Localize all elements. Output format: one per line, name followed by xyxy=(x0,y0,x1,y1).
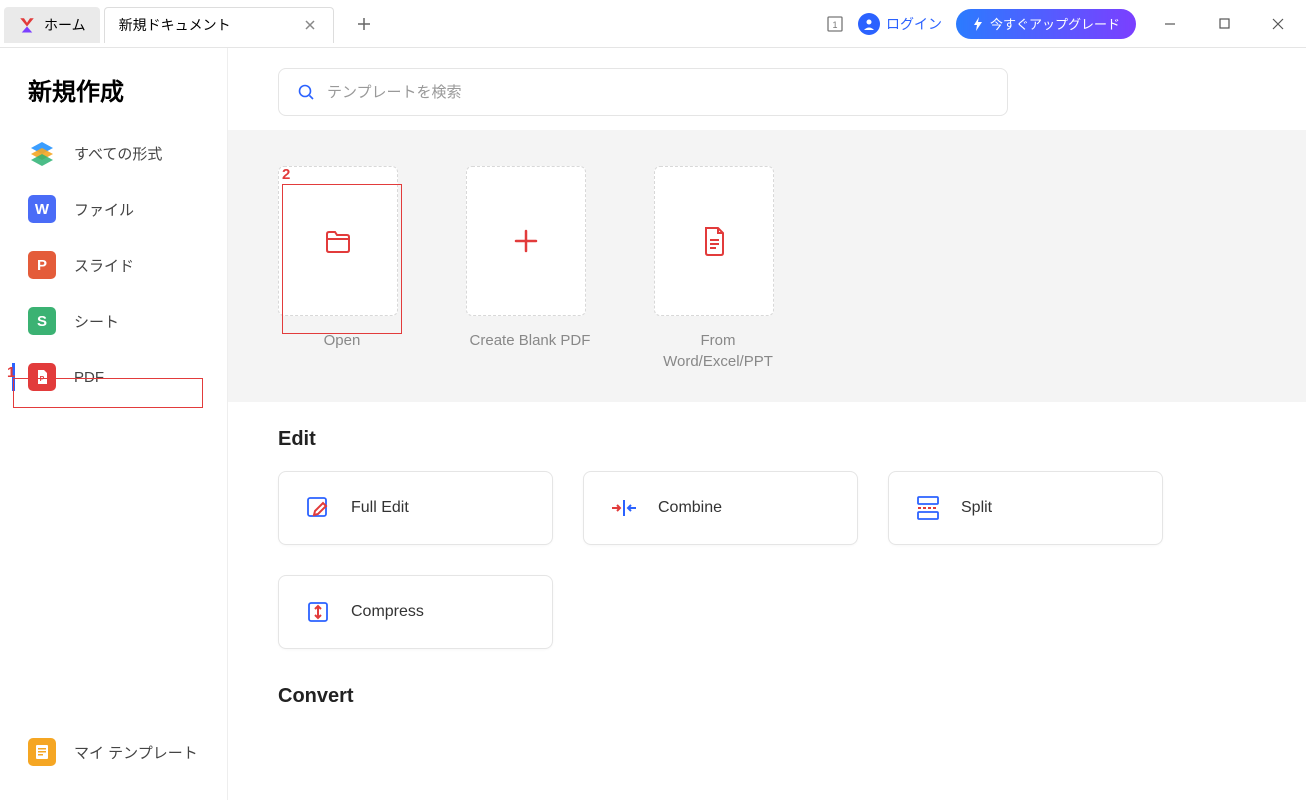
sidebar-item-label: すべての形式 xyxy=(74,143,162,164)
tab-home-label: ホーム xyxy=(44,15,86,35)
sidebar-item-label: シート xyxy=(74,311,119,332)
sidebar-item-label: スライド xyxy=(74,255,134,276)
sidebar-item-sheet[interactable]: S シート xyxy=(0,293,227,349)
tool-label: Split xyxy=(961,499,992,517)
new-tab-button[interactable] xyxy=(348,8,380,40)
combine-icon xyxy=(610,495,638,521)
svg-text:1: 1 xyxy=(832,20,837,30)
titlebar: ホーム 新規ドキュメント 1 ログイン 今すぐアップグレード xyxy=(0,0,1306,48)
search-icon xyxy=(297,83,315,101)
sidebar-item-label: ファイル xyxy=(74,199,134,220)
upgrade-label: 今すぐアップグレード xyxy=(990,14,1120,33)
upgrade-button[interactable]: 今すぐアップグレード xyxy=(956,9,1136,39)
search-input[interactable] xyxy=(327,84,989,101)
layers-icon xyxy=(28,139,56,167)
tool-full-edit[interactable]: Full Edit xyxy=(278,471,553,545)
tool-compress[interactable]: Compress xyxy=(278,575,553,649)
tool-split[interactable]: Split xyxy=(888,471,1163,545)
tool-label: Full Edit xyxy=(351,499,409,517)
tab-home[interactable]: ホーム xyxy=(4,7,100,43)
document-icon xyxy=(701,226,727,256)
action-open[interactable]: Open xyxy=(278,166,406,372)
login-button[interactable]: ログイン xyxy=(858,13,942,35)
folder-icon xyxy=(323,226,353,256)
avatar-icon xyxy=(858,13,880,35)
sidebar-item-label: PDF xyxy=(74,369,104,386)
lightning-icon xyxy=(972,17,984,31)
maximize-button[interactable] xyxy=(1204,4,1244,44)
action-create-blank[interactable]: Create Blank PDF xyxy=(466,166,594,372)
page-title: 新規作成 xyxy=(0,72,227,125)
svg-text:P: P xyxy=(40,376,45,383)
tool-label: Compress xyxy=(351,603,424,621)
action-from-box[interactable] xyxy=(654,166,774,316)
action-label: Create Blank PDF xyxy=(466,330,594,351)
plus-icon xyxy=(512,227,540,255)
sidebar-item-templates[interactable]: マイ テンプレート xyxy=(0,724,228,780)
section-title: Convert xyxy=(278,685,1256,708)
tool-combine[interactable]: Combine xyxy=(583,471,858,545)
window-count[interactable]: 1 xyxy=(826,15,844,33)
convert-section: Convert xyxy=(228,659,1306,738)
close-button[interactable] xyxy=(1258,4,1298,44)
edit-section: Edit Full Edit Combine Split Compress xyxy=(228,402,1306,659)
window-count-icon: 1 xyxy=(826,15,844,33)
sidebar-item-file[interactable]: W ファイル xyxy=(0,181,227,237)
tab-document-label: 新規ドキュメント xyxy=(119,15,231,35)
wps-logo-icon xyxy=(18,16,36,34)
edit-icon xyxy=(305,495,331,521)
main-area: Open Create Blank PDF From Word/Excel/PP… xyxy=(228,48,1306,800)
sidebar-item-pdf[interactable]: P PDF xyxy=(0,349,227,405)
word-icon: W xyxy=(28,195,56,223)
section-title: Edit xyxy=(278,428,1256,451)
sidebar-item-slide[interactable]: P スライド xyxy=(0,237,227,293)
action-label: Open xyxy=(278,330,406,351)
tab-document[interactable]: 新規ドキュメント xyxy=(104,7,334,43)
action-from-office[interactable]: From Word/Excel/PPT xyxy=(654,166,782,372)
ppt-icon: P xyxy=(28,251,56,279)
sidebar-item-all-formats[interactable]: すべての形式 xyxy=(0,125,227,181)
sidebar-item-label: マイ テンプレート xyxy=(74,742,198,763)
close-icon[interactable] xyxy=(301,16,319,34)
compress-icon xyxy=(305,599,331,625)
actions-section: Open Create Blank PDF From Word/Excel/PP… xyxy=(228,130,1306,402)
action-open-box[interactable] xyxy=(278,166,398,316)
minimize-button[interactable] xyxy=(1150,4,1190,44)
action-label: From Word/Excel/PPT xyxy=(654,330,782,372)
tool-label: Combine xyxy=(658,499,722,517)
split-icon xyxy=(915,495,941,521)
pdf-icon: P xyxy=(28,363,56,391)
sheet-icon: S xyxy=(28,307,56,335)
sidebar: 新規作成 すべての形式 W ファイル P スライド S シート P PDF xyxy=(0,48,228,800)
template-icon xyxy=(28,738,56,766)
action-create-box[interactable] xyxy=(466,166,586,316)
search-box[interactable] xyxy=(278,68,1008,116)
login-label: ログイン xyxy=(886,14,942,34)
